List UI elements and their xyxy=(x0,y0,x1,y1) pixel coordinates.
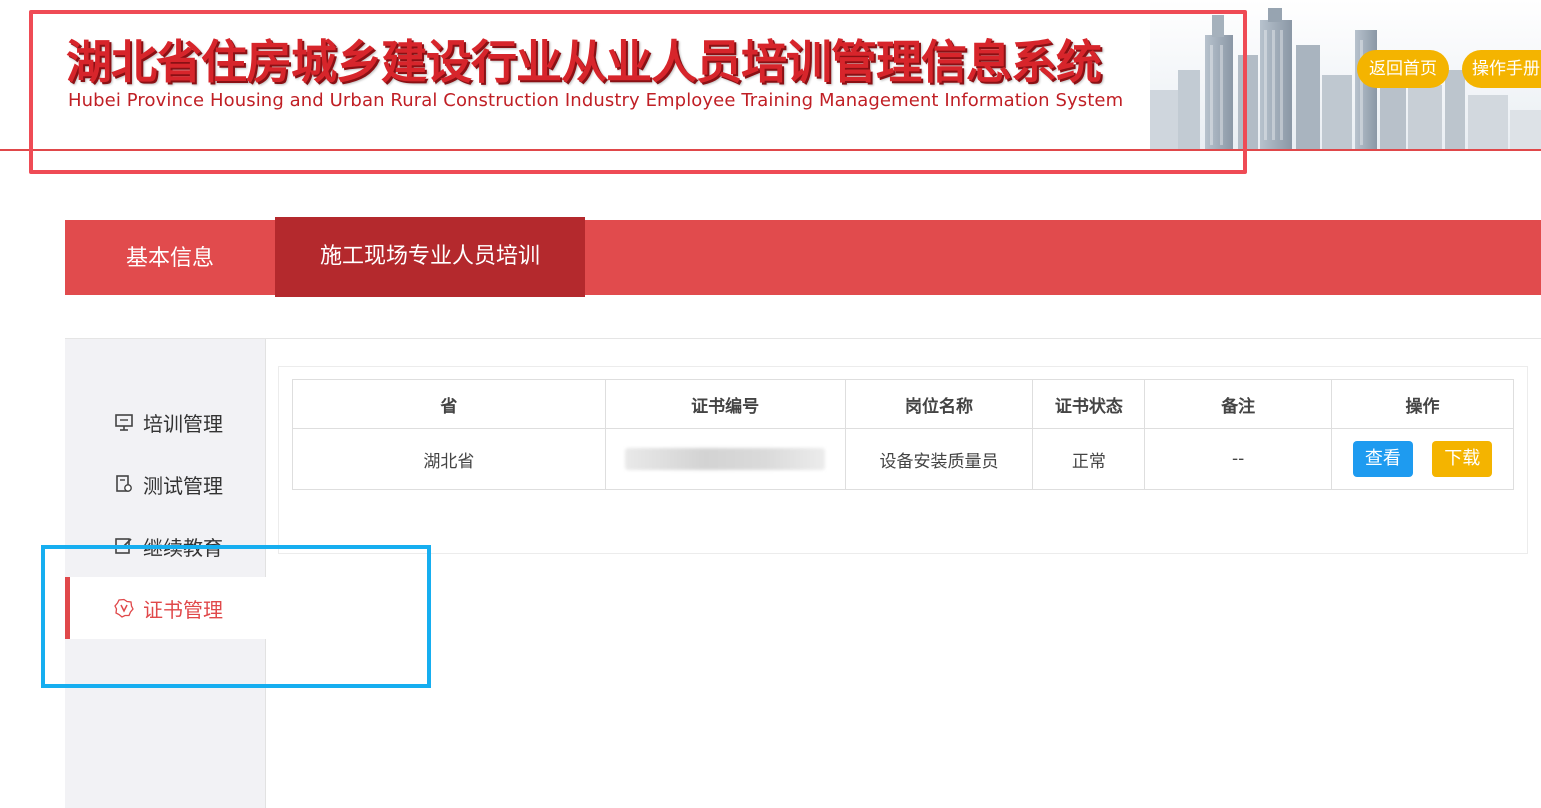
sidebar-item-label: 培训管理 xyxy=(143,411,223,436)
cell-province: 湖北省 xyxy=(292,428,606,490)
cell-status: 正常 xyxy=(1032,428,1146,490)
column-header-province: 省 xyxy=(292,379,606,429)
table-header-row: 省 证书编号 岗位名称 证书状态 备注 操作 xyxy=(292,379,1514,429)
column-header-position: 岗位名称 xyxy=(844,379,1034,429)
tab-basic-info[interactable]: 基本信息 xyxy=(65,220,275,295)
column-header-status: 证书状态 xyxy=(1032,379,1146,429)
test-icon xyxy=(113,473,135,495)
tab-site-staff-training[interactable]: 施工现场专业人员培训 xyxy=(275,217,585,297)
cell-actions: 查看 下载 xyxy=(1331,428,1514,490)
certificate-panel: 省 证书编号 岗位名称 证书状态 备注 操作 湖北省 设备安装质量员 正常 -- xyxy=(278,366,1528,554)
cell-cert-no xyxy=(604,428,846,490)
column-header-actions: 操作 xyxy=(1331,379,1514,429)
column-header-remark: 备注 xyxy=(1144,379,1333,429)
download-button[interactable]: 下载 xyxy=(1432,441,1493,477)
view-button[interactable]: 查看 xyxy=(1352,441,1413,477)
sidebar-item-testing[interactable]: 测试管理 xyxy=(65,453,266,515)
table-row: 湖北省 设备安装质量员 正常 -- 查看 下载 xyxy=(292,428,1514,490)
cell-position: 设备安装质量员 xyxy=(844,428,1034,490)
presentation-icon xyxy=(113,411,135,433)
return-home-button[interactable]: 返回首页 xyxy=(1357,50,1449,88)
column-header-cert-no: 证书编号 xyxy=(604,379,846,429)
annotation-box-red xyxy=(29,10,1247,174)
main-nav: 基本信息 施工现场专业人员培训 xyxy=(65,217,1541,297)
sidebar-item-label: 测试管理 xyxy=(143,473,223,498)
sidebar-item-training[interactable]: 培训管理 xyxy=(65,391,266,453)
annotation-box-blue xyxy=(41,545,431,688)
operation-manual-button[interactable]: 操作手册 xyxy=(1462,50,1541,88)
redacted-cert-number xyxy=(625,448,826,470)
certificate-table: 省 证书编号 岗位名称 证书状态 备注 操作 湖北省 设备安装质量员 正常 -- xyxy=(292,379,1514,490)
cell-remark: -- xyxy=(1144,428,1333,490)
